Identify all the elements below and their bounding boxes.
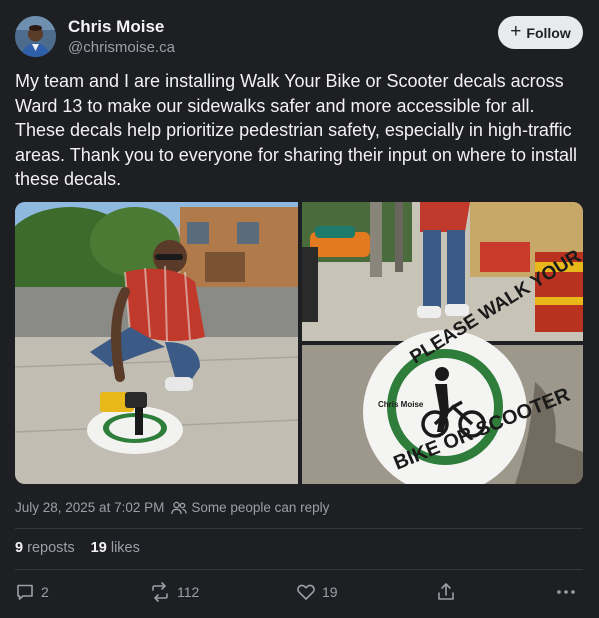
reply-setting: Some people can reply xyxy=(171,500,329,515)
post-stats: 9 reposts 19 likes xyxy=(15,540,140,556)
media-grid: PLEASE WALK YOUR BIKE OR SCOOTER Chris M… xyxy=(15,202,583,484)
ellipsis-icon xyxy=(557,590,575,594)
likes-label: likes xyxy=(110,540,140,556)
divider xyxy=(15,528,583,529)
avatar-image xyxy=(15,16,56,57)
reply-button[interactable]: 2 xyxy=(15,582,49,602)
more-options-button[interactable] xyxy=(555,582,577,602)
avatar[interactable] xyxy=(15,16,56,57)
post-meta: July 28, 2025 at 7:02 PM Some people can… xyxy=(15,500,329,515)
post-text: My team and I are installing Walk Your B… xyxy=(15,71,577,189)
photo-installing-decal[interactable] xyxy=(15,202,299,484)
divider xyxy=(15,569,583,570)
repost-icon xyxy=(152,582,168,602)
reply-setting-label: Some people can reply xyxy=(191,500,330,515)
share-button[interactable] xyxy=(436,582,456,602)
author-name[interactable]: Chris Moise xyxy=(68,17,164,37)
follow-button[interactable]: + Follow xyxy=(498,16,583,49)
reposts-count: 9 xyxy=(15,540,24,556)
repost-count: 112 xyxy=(177,584,200,600)
like-button[interactable]: 19 xyxy=(296,582,338,602)
likes-stat[interactable]: 19 likes xyxy=(91,540,140,556)
reposts-stat[interactable]: 9 reposts xyxy=(15,540,75,556)
reply-count: 2 xyxy=(41,584,49,600)
post-timestamp[interactable]: July 28, 2025 at 7:02 PM xyxy=(15,500,164,515)
action-bar: 2 112 19 xyxy=(15,582,583,606)
plus-icon: + xyxy=(510,21,522,42)
likes-count: 19 xyxy=(90,540,107,556)
reply-icon xyxy=(17,584,33,600)
follow-button-label: Follow xyxy=(526,24,571,41)
reposts-label: reposts xyxy=(27,540,75,556)
heart-icon xyxy=(297,584,315,600)
share-icon xyxy=(438,583,454,600)
people-icon xyxy=(171,501,187,514)
decal-logo: Chris Moise xyxy=(378,400,424,409)
like-count: 19 xyxy=(322,584,338,600)
post-card: Chris Moise @chrismoise.ca + Follow My t… xyxy=(0,0,599,618)
repost-button[interactable]: 112 xyxy=(149,582,199,602)
author-handle[interactable]: @chrismoise.ca xyxy=(68,39,175,56)
